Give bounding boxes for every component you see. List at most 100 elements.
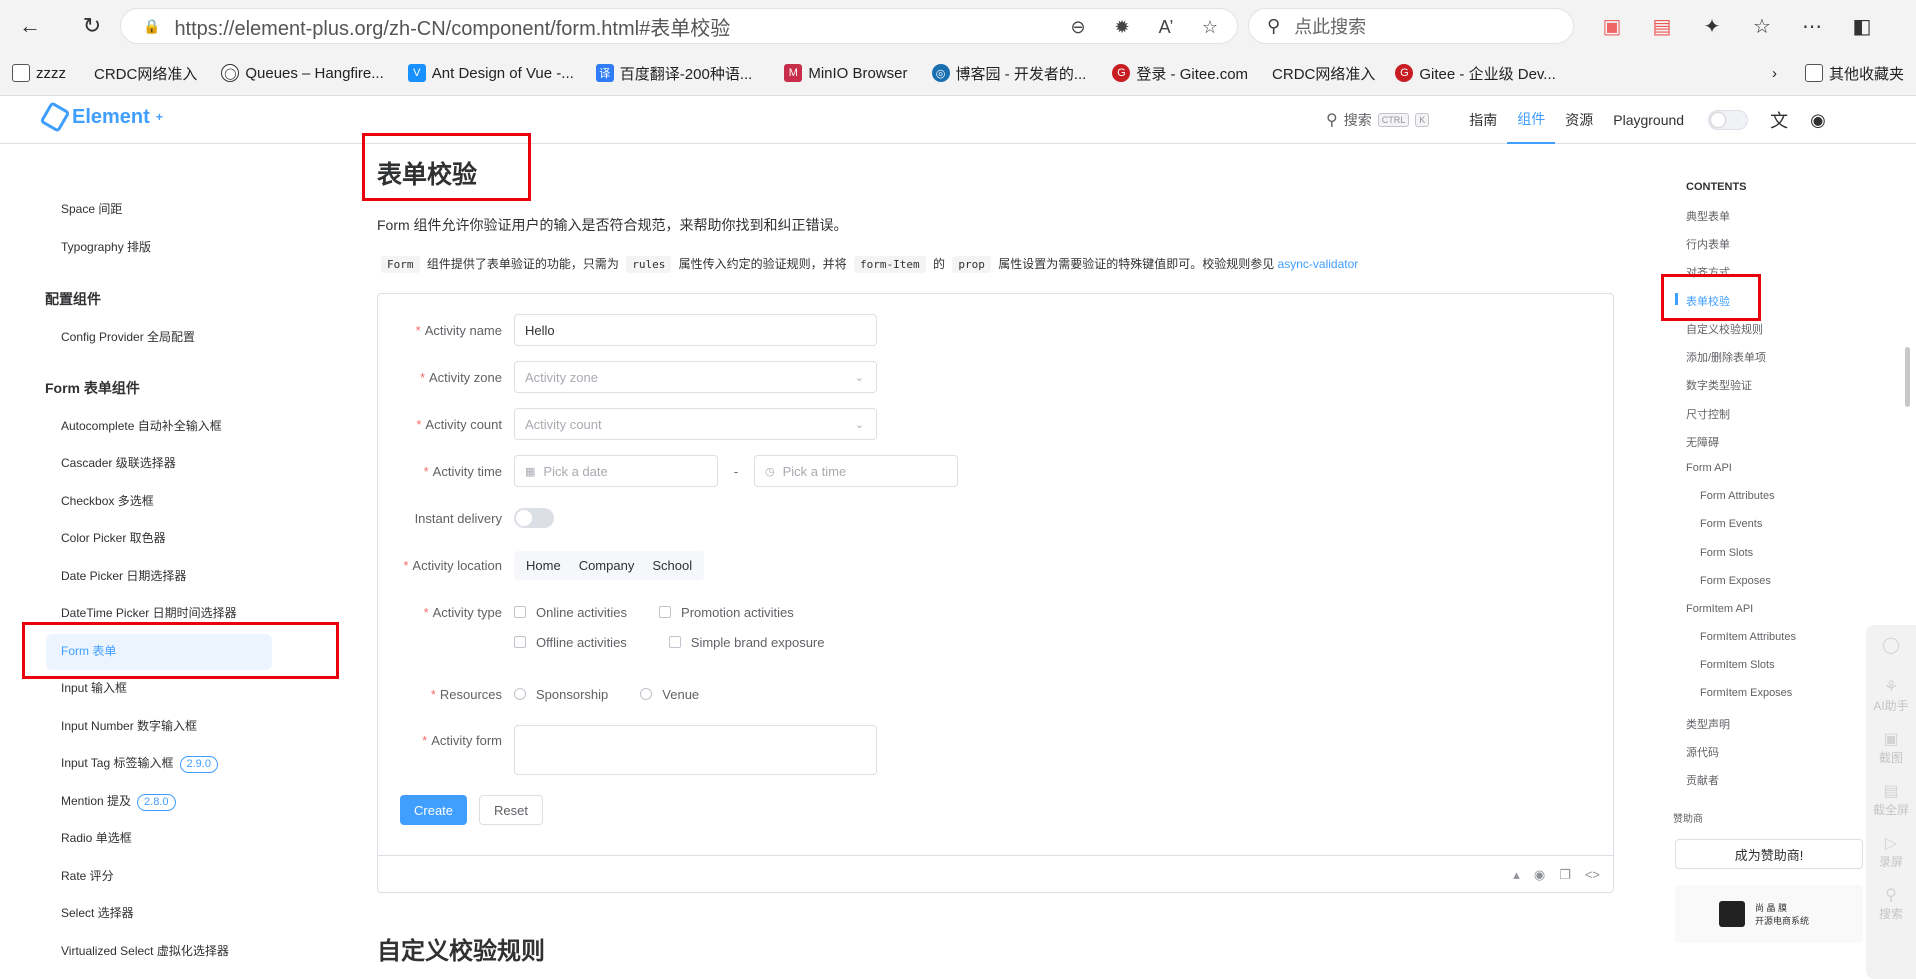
favorites-icon[interactable]: ☆ (1740, 6, 1784, 46)
date-picker-input[interactable]: ▦ Pick a date (514, 455, 718, 487)
edge-icon[interactable]: ✹ (1105, 13, 1139, 41)
sidebar-item-config-provider[interactable]: Config Provider 全局配置 (61, 328, 195, 345)
toc-item[interactable]: Form Slots (1700, 547, 1753, 559)
segment-home[interactable]: Home (517, 554, 570, 577)
sidebar-item-typography[interactable]: Typography 排版 (61, 238, 151, 255)
address-bar[interactable]: 🔒 https://element-plus.org/zh-CN/compone… (120, 8, 1238, 44)
become-sponsor-button[interactable]: 成为赞助商! (1675, 839, 1863, 869)
element-logo[interactable]: Element + (39, 101, 163, 133)
toc-item[interactable]: 典型表单 (1686, 208, 1730, 224)
reset-button[interactable]: Reset (479, 795, 543, 825)
activity-zone-select[interactable]: Activity zone ⌄ (514, 361, 877, 393)
bookmark-item[interactable]: G 登录 - Gitee.com (1112, 63, 1248, 84)
async-validator-link[interactable]: async-validator (1278, 257, 1359, 271)
sponsor-card[interactable]: 尚 晶 膜开源电商系统 (1675, 885, 1863, 943)
sidebar-item-cascader[interactable]: Cascader 级联选择器 (61, 454, 176, 471)
sidebar-item-input-tag[interactable]: Input Tag 标签输入框 2.9.0 (61, 754, 218, 773)
toc-item[interactable]: 数字类型验证 (1686, 377, 1752, 393)
nav-component[interactable]: 组件 (1507, 96, 1556, 144)
sidebar-item-input[interactable]: Input 输入框 (61, 679, 127, 696)
read-aloud-icon[interactable]: A’ (1149, 13, 1183, 41)
translate-icon[interactable]: 文 (1770, 107, 1788, 133)
nav-guide[interactable]: 指南 (1459, 96, 1507, 144)
shield-icon[interactable]: ◯ (1866, 635, 1916, 655)
toc-item[interactable]: Form Exposes (1700, 575, 1771, 587)
bookmark-item[interactable]: G Gitee - 企业级 Dev... (1395, 63, 1556, 84)
doc-search-button[interactable]: ⚲ 搜索 CTRL K (1326, 110, 1430, 130)
time-picker-input[interactable]: ◷ Pick a time (754, 455, 958, 487)
dark-mode-toggle[interactable] (1708, 110, 1749, 130)
toc-item[interactable]: Form Attributes (1700, 490, 1775, 502)
sidebar-item-date-picker[interactable]: Date Picker 日期选择器 (61, 567, 186, 584)
copy-icon[interactable]: ❐ (1559, 867, 1571, 883)
bookmark-item[interactable]: V Ant Design of Vue -... (407, 64, 574, 82)
extension-tv-icon[interactable]: ▤ (1640, 6, 1684, 46)
sidebar-item-radio[interactable]: Radio 单选框 (61, 829, 132, 846)
zoom-out-icon[interactable]: ⊖ (1061, 13, 1095, 41)
sidebar-item-rate[interactable]: Rate 评分 (61, 867, 114, 884)
screenshot-button[interactable]: ▣ 截图 (1866, 729, 1916, 766)
github-icon[interactable]: ◉ (1810, 110, 1826, 131)
sidebar-item-input-number[interactable]: Input Number 数字输入框 (61, 717, 197, 734)
checkbox-promotion[interactable]: Promotion activities (659, 605, 794, 620)
github-icon[interactable]: ◉ (1534, 867, 1545, 883)
more-menu-icon[interactable]: ⋯ (1790, 6, 1834, 46)
page-scrollbar[interactable] (1905, 347, 1910, 407)
segment-school[interactable]: School (643, 554, 701, 577)
checkbox-offline[interactable]: Offline activities (514, 635, 627, 650)
toc-item[interactable]: Form API (1686, 462, 1732, 474)
toc-item[interactable]: FormItem Exposes (1700, 687, 1792, 699)
toc-item[interactable]: 源代码 (1686, 744, 1719, 760)
create-button[interactable]: Create (400, 795, 468, 825)
toc-item-active[interactable]: 表单校验 (1686, 293, 1730, 309)
toc-item[interactable]: 无障碍 (1686, 434, 1719, 450)
record-button[interactable]: ▷ 录屏 (1866, 833, 1916, 870)
toc-item[interactable]: 对齐方式 (1686, 264, 1730, 280)
sidebar-item-checkbox[interactable]: Checkbox 多选框 (61, 492, 154, 509)
other-bookmarks[interactable]: 其他收藏夹 (1804, 63, 1904, 84)
bookmark-item[interactable]: ◯ Queues – Hangfire... (221, 64, 384, 82)
sidebar-item-color-picker[interactable]: Color Picker 取色器 (61, 529, 166, 546)
toc-item[interactable]: 自定义校验规则 (1686, 321, 1763, 337)
bookmark-item[interactable]: zzzz (12, 64, 66, 82)
sidebar-toggle-icon[interactable]: ◧ (1840, 6, 1884, 46)
checkbox-brand[interactable]: Simple brand exposure (668, 635, 825, 650)
toc-item[interactable]: 类型声明 (1686, 716, 1730, 732)
refresh-icon[interactable]: ↻ (72, 6, 112, 46)
activity-name-input[interactable]: Hello (514, 314, 877, 346)
toc-item[interactable]: 贡献者 (1686, 772, 1719, 788)
checkbox-online[interactable]: Online activities (514, 605, 627, 620)
toc-item[interactable]: FormItem API (1686, 603, 1753, 615)
fullscreen-shot-button[interactable]: ▤ 截全屏 (1866, 781, 1916, 818)
bookmark-item[interactable]: M MinIO Browser (784, 64, 908, 82)
bookmark-item[interactable]: ◎ 博客园 - 开发者的... (931, 63, 1086, 84)
browser-search-bar[interactable]: ⚲ 点此搜索 (1248, 8, 1574, 44)
activity-count-select[interactable]: Activity count ⌄ (514, 408, 877, 440)
chevron-right-icon[interactable]: › (1772, 65, 1777, 82)
code-icon[interactable]: <> (1585, 867, 1600, 882)
nav-playground[interactable]: Playground (1603, 96, 1694, 144)
toc-item[interactable]: 行内表单 (1686, 236, 1730, 252)
toc-item[interactable]: 尺寸控制 (1686, 406, 1730, 422)
sidebar-item-autocomplete[interactable]: Autocomplete 自动补全输入框 (61, 417, 222, 434)
toc-item[interactable]: FormItem Attributes (1700, 631, 1796, 643)
radio-venue[interactable]: Venue (640, 687, 699, 702)
sidebar-item-virtualized-select[interactable]: Virtualized Select 虚拟化选择器 (61, 942, 229, 959)
sidebar-item-space[interactable]: Space 间距 (61, 200, 122, 217)
bookmark-item[interactable]: CRDC网络准入 (1272, 63, 1375, 84)
segment-company[interactable]: Company (570, 554, 644, 577)
bookmark-item[interactable]: 译百度翻译-200种语... (595, 63, 752, 84)
toc-item[interactable]: FormItem Slots (1700, 659, 1775, 671)
ai-assistant-button[interactable]: ⚘ AI助手 (1866, 677, 1916, 714)
sidebar-item-form[interactable]: Form 表单 (61, 642, 116, 659)
toc-item[interactable]: 添加/删除表单项 (1686, 349, 1766, 365)
instant-delivery-switch[interactable] (514, 508, 554, 528)
bookmark-item[interactable]: CRDC网络准入 (94, 63, 197, 84)
activity-form-textarea[interactable] (514, 725, 877, 775)
extensions-puzzle-icon[interactable]: ✦ (1690, 6, 1734, 46)
sidebar-item-select[interactable]: Select 选择器 (61, 904, 134, 921)
search-button[interactable]: ⚲ 搜索 (1866, 885, 1916, 922)
playground-icon[interactable]: ▴ (1513, 867, 1520, 883)
extension-game-icon[interactable]: ▣ (1590, 6, 1634, 46)
radio-sponsorship[interactable]: Sponsorship (514, 687, 608, 702)
